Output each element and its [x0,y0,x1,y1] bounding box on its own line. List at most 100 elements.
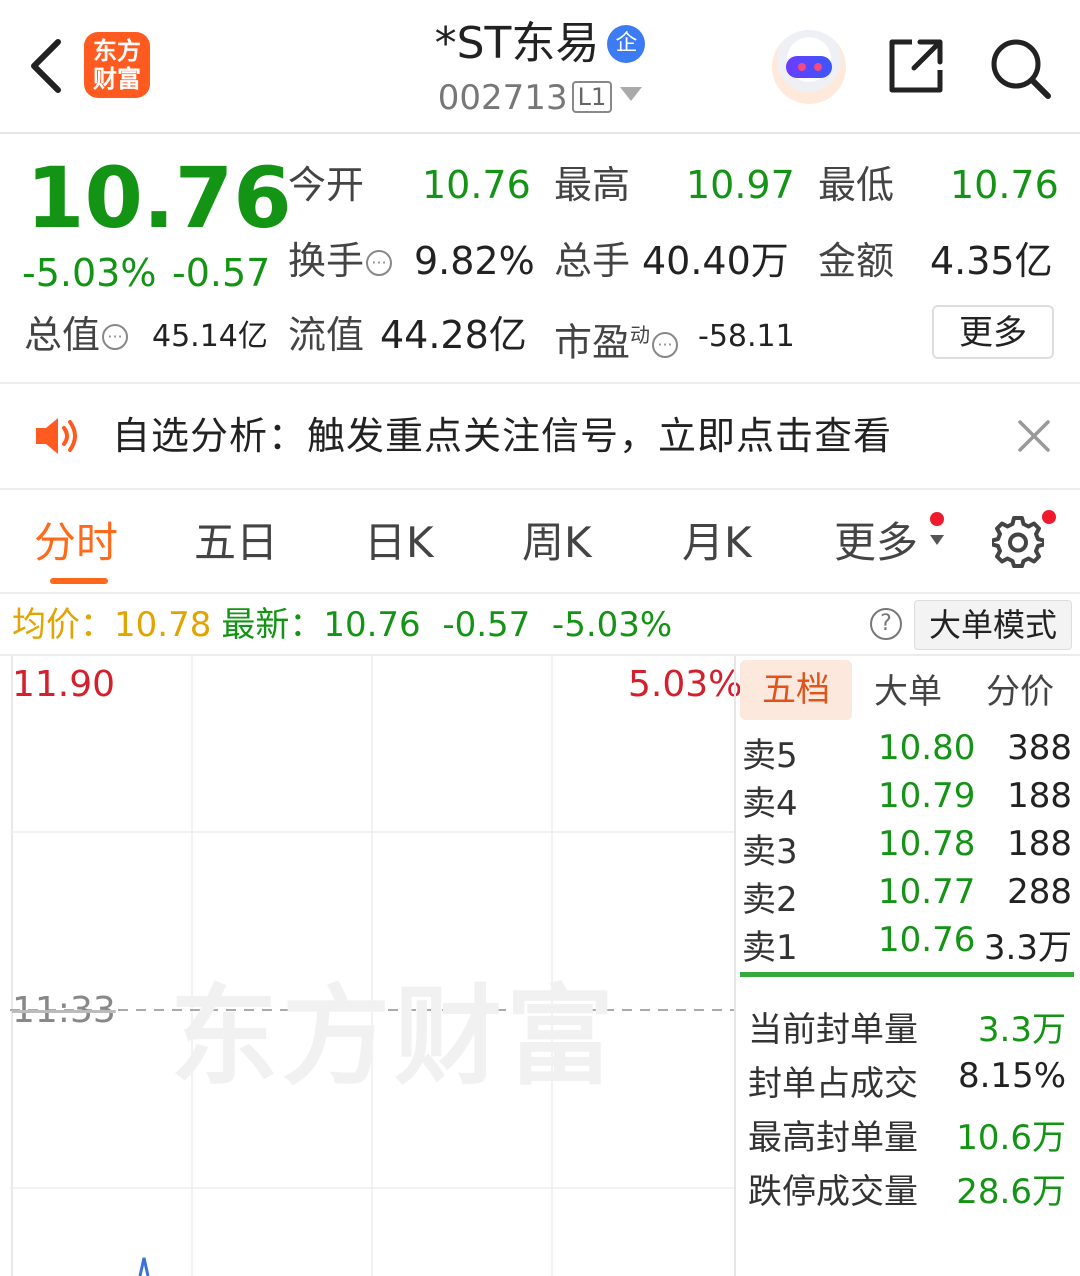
level-badge: L1 [571,81,613,113]
divider [740,972,1074,977]
ask-price: 10.78 [878,824,976,864]
avg-price-value: 10.78 [114,605,212,645]
tab-weekly-k[interactable]: 周K [522,516,592,570]
ask-volume: 288 [1007,872,1072,912]
chart-price-top: 11.90 [12,664,116,705]
open-label: 今开 [288,163,365,207]
search-icon[interactable] [988,36,1052,100]
max-seal-volume-label: 最高封单量 [748,1118,918,1158]
ask-volume: 3.3万 [983,928,1072,968]
robot-assistant-icon[interactable] [772,30,846,104]
low-label: 最低 [818,163,895,207]
info-icon[interactable]: ··· [652,331,679,358]
speaker-icon [36,418,77,454]
stock-code-row[interactable]: 002713 L1 [300,78,780,118]
ask-label: 卖2 [742,880,798,920]
logo-line-1: 东方 [93,37,141,65]
logo-line-2: 财富 [93,65,141,93]
tab-intraday[interactable]: 分时 [34,516,118,570]
enterprise-badge: 企 [607,25,646,63]
limit-down-volume-label: 跌停成交量 [748,1172,918,1212]
info-icon[interactable]: ··· [366,250,393,276]
latest-change-pct: -5.03% [551,605,673,645]
ask-label: 卖5 [742,736,798,776]
chart-pct-top: 5.03% [628,664,743,705]
caret-down-icon[interactable] [930,535,944,545]
stock-title[interactable]: *ST东易企 [300,16,780,72]
notification-dot [1042,510,1056,524]
turnover-value: 9.82% [414,239,535,283]
close-icon[interactable] [1016,418,1052,454]
ask-label: 卖4 [742,784,798,824]
tab-big-orders[interactable]: 大单 [874,668,942,716]
watermark-text: 东方财富 [170,975,619,1100]
chart-time-label: 11:33 [12,990,116,1031]
tab-five-day[interactable]: 五日 [194,516,278,570]
current-price: 10.76 [26,149,292,247]
ask-label: 卖3 [742,832,798,872]
stock-code: 002713 [437,78,568,118]
max-seal-volume-value: 10.6万 [956,1118,1066,1158]
total-cap-label[interactable]: 总值 ··· [24,312,129,358]
change-percent: -5.03% [22,251,157,295]
high-value: 10.97 [686,163,795,207]
amount-value: 4.35亿 [930,239,1053,283]
ask-price: 10.77 [878,872,976,912]
low-value: 10.76 [950,163,1059,207]
tab-daily-k[interactable]: 日K [364,516,434,570]
total-cap-label-text: 总值 [24,313,101,357]
ask-price: 10.76 [878,920,976,960]
divider [0,488,1080,490]
app-logo: 东方 财富 [84,32,150,98]
ask-price: 10.79 [878,776,976,816]
tab-monthly-k[interactable]: 月K [682,516,752,570]
open-value: 10.76 [422,163,531,207]
help-icon[interactable]: ? [870,608,902,640]
seal-ratio-label: 封单占成交 [748,1064,918,1104]
stock-name: *ST东易 [434,18,600,69]
pe-value: -58.11 [698,319,795,354]
high-label: 最高 [554,163,631,207]
big-order-mode-button[interactable]: 大单模式 [914,600,1072,650]
more-quote-button[interactable]: 更多 [932,305,1054,359]
active-tab-indicator [50,578,108,584]
share-icon[interactable] [886,36,946,96]
info-icon[interactable]: ··· [102,324,129,350]
amount-label: 金额 [818,239,895,283]
latest-value: 10.76 [323,605,421,645]
seal-volume-value: 3.3万 [977,1010,1066,1050]
pe-label-text: 市盈 [554,320,631,365]
pe-dynamic-mark: 动 [630,323,651,347]
seal-volume-label: 当前封单量 [748,1010,918,1050]
turnover-label-text: 换手 [288,239,365,283]
float-cap-value: 44.28亿 [380,313,527,357]
ask-price: 10.80 [878,728,976,768]
notification-dot [930,512,944,526]
volume-value: 40.40万 [642,239,789,283]
turnover-label[interactable]: 换手 ··· [288,238,393,284]
ask-label: 卖1 [742,928,798,968]
back-arrow-icon[interactable] [24,36,68,96]
latest-label: 最新： [221,605,324,645]
notice-text[interactable]: 自选分析：触发重点关注信号，立即点击查看 [112,410,892,462]
ask-volume: 188 [1007,776,1072,816]
divider [0,592,1080,594]
total-cap-value: 45.14亿 [152,319,268,354]
float-cap-label: 流值 [288,313,365,357]
change-amount: -0.57 [172,251,271,295]
ask-volume: 188 [1007,824,1072,864]
latest-change: -0.57 [442,605,531,645]
tab-five-levels[interactable]: 五档 [740,660,852,720]
volume-label: 总手 [554,239,631,283]
price-summary-row: 均价：10.78 最新：10.76 -0.57 -5.03% [12,602,672,648]
ask-volume: 388 [1007,728,1072,768]
seal-ratio-value: 8.15% [957,1056,1066,1096]
tab-price-distribution[interactable]: 分价 [986,668,1054,716]
avg-price-label: 均价： [12,605,114,645]
pe-label[interactable]: 市盈动 ··· [554,312,679,366]
gear-icon[interactable] [992,516,1044,568]
divider [734,656,736,1276]
tab-more[interactable]: 更多 [834,516,918,570]
chevron-down-icon[interactable] [620,87,643,101]
limit-down-volume-value: 28.6万 [956,1172,1066,1212]
